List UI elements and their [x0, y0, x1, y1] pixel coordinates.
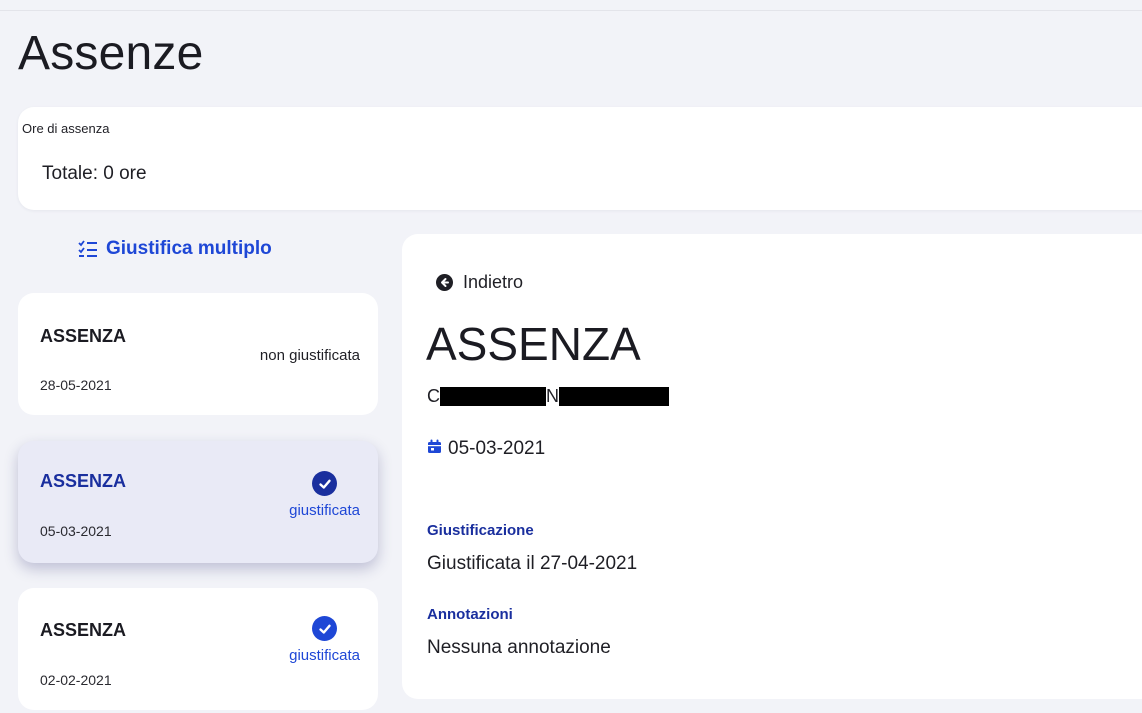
- notes-label: Annotazioni: [427, 606, 513, 623]
- absence-status-label: giustificata: [289, 502, 360, 519]
- check-circle-icon: [312, 616, 338, 641]
- student-name: C N: [427, 386, 669, 407]
- absence-title: ASSENZA: [40, 471, 127, 491]
- back-button[interactable]: Indietro: [436, 272, 523, 293]
- back-arrow-icon: [436, 274, 453, 291]
- calendar-icon: [427, 438, 442, 460]
- absence-status: giustificata: [289, 616, 360, 664]
- justification-value: Giustificata il 27-04-2021: [427, 553, 638, 574]
- absence-title: ASSENZA: [40, 326, 127, 346]
- page-title: Assenze: [18, 27, 204, 80]
- checklist-icon: [78, 240, 98, 258]
- detail-date: 05-03-2021: [427, 438, 545, 460]
- redacted-block: [559, 387, 669, 406]
- absence-hours-label: Ore di assenza: [22, 121, 110, 136]
- absence-card[interactable]: ASSENZA 02-02-2021 giustificata: [18, 588, 378, 710]
- absence-card-selected[interactable]: ASSENZA 05-03-2021 giustificata: [18, 441, 378, 563]
- absence-hours-total: Totale: 0 ore: [42, 163, 147, 184]
- back-label: Indietro: [463, 272, 524, 292]
- absence-status-label: giustificata: [289, 647, 360, 664]
- detail-date-value: 05-03-2021: [448, 438, 546, 459]
- absence-card[interactable]: ASSENZA 28-05-2021 non giustificata: [18, 293, 378, 415]
- check-circle-icon: [312, 471, 338, 496]
- notes-value: Nessuna annotazione: [427, 637, 611, 658]
- absence-date: 05-03-2021: [40, 523, 112, 539]
- absence-date: 02-02-2021: [40, 672, 112, 688]
- absence-date: 28-05-2021: [40, 377, 112, 393]
- student-surname-initial: N: [546, 386, 559, 406]
- absence-status: non giustificata: [259, 347, 360, 364]
- absence-status: giustificata: [289, 471, 360, 519]
- absence-hours-card: Ore di assenza Totale: 0 ore: [18, 107, 1142, 210]
- top-divider: [0, 0, 1142, 11]
- absence-detail-panel: Indietro ASSENZA C N 05-03-2021 Giustifi…: [402, 234, 1142, 699]
- multi-justify-button[interactable]: Giustifica multiplo: [78, 238, 272, 260]
- redacted-block: [440, 387, 546, 406]
- absence-title: ASSENZA: [40, 620, 127, 640]
- multi-justify-label: Giustifica multiplo: [106, 238, 272, 259]
- detail-title: ASSENZA: [426, 318, 641, 370]
- justification-label: Giustificazione: [427, 522, 534, 539]
- student-name-initial: C: [427, 386, 440, 406]
